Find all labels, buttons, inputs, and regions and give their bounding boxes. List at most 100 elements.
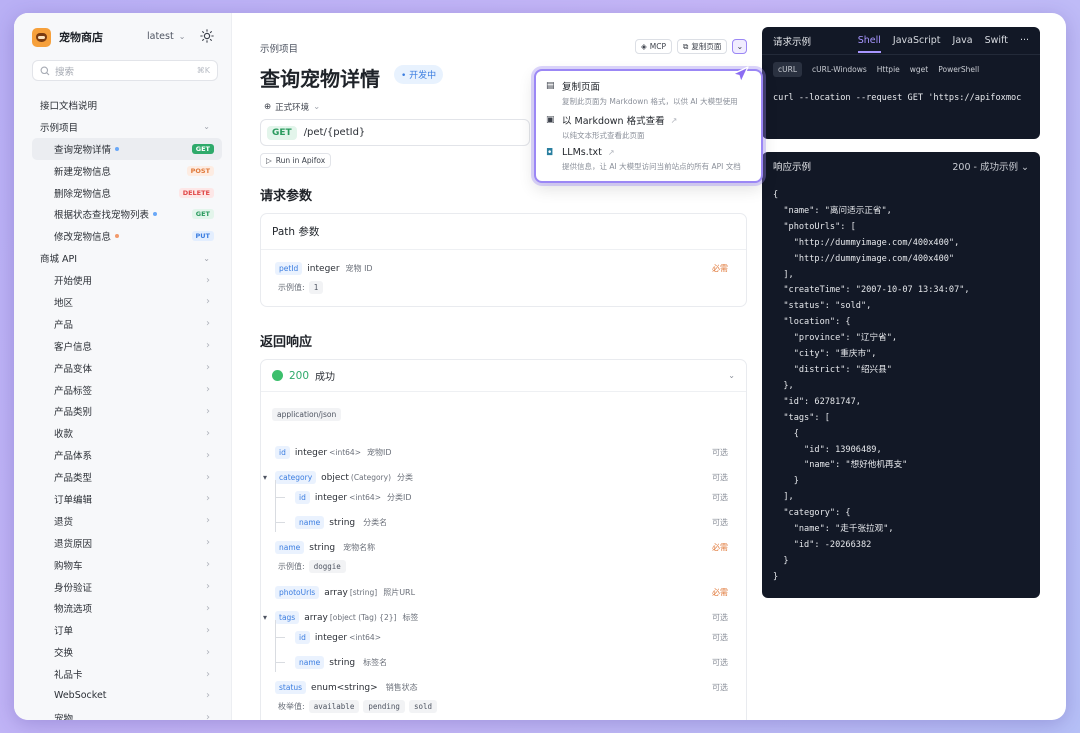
field-format: <int64>: [349, 633, 381, 642]
request-code[interactable]: curl --location --request GET 'https://a…: [762, 91, 1040, 107]
sidebar-item[interactable]: 商城 API ⌄: [32, 247, 222, 269]
sidebar-item[interactable]: 产品变体 ›: [32, 357, 222, 379]
sidebar-item[interactable]: 退货原因 ›: [32, 532, 222, 554]
language-tab[interactable]: Shell: [857, 35, 881, 53]
field-desc: 销售状态: [385, 683, 418, 692]
sidebar-item[interactable]: 物流选项 ›: [32, 597, 222, 619]
client-tab[interactable]: wget: [910, 65, 928, 74]
mcp-button[interactable]: ◈ MCP: [635, 39, 673, 54]
field-type: array: [304, 612, 328, 623]
sidebar-item[interactable]: 产品类别 ›: [32, 400, 222, 422]
sidebar-item[interactable]: 订单 ›: [32, 619, 222, 641]
sidebar-item-label: 退货原因: [54, 538, 93, 550]
sidebar-item[interactable]: 客户信息 ›: [32, 335, 222, 357]
language-tab[interactable]: Swift: [985, 35, 1008, 46]
field-row: photoUrls array [string] 照片URL 必需: [275, 586, 746, 599]
sidebar-item[interactable]: 产品体系 ›: [32, 444, 222, 466]
sidebar-item[interactable]: 购物车 ›: [32, 554, 222, 576]
sidebar-item[interactable]: 产品类型 ›: [32, 466, 222, 488]
menu-item[interactable]: ▤ 复制页面 复制此页面为 Markdown 格式，以供 AI 大模型使用: [546, 79, 751, 113]
search-input[interactable]: 搜索 ⌘K: [32, 60, 218, 81]
sidebar: 宠物商店 latest ⌄ 搜索 ⌘K 接口文档说明 示例项目 ⌄ 查询宠物详情 GET 新…: [14, 13, 232, 720]
sidebar-item[interactable]: 地区 ›: [32, 291, 222, 313]
response-example-header: 响应示例 200 - 成功示例 ⌄: [762, 152, 1040, 180]
path-params-card: Path 参数 petId integer 宠物 ID 必需 示例值: 1: [260, 213, 747, 307]
chevron-down-icon: ⌄: [313, 102, 321, 112]
language-tab[interactable]: Java: [953, 35, 973, 46]
sidebar-item[interactable]: 新建宠物信息 POST: [32, 160, 222, 182]
field-row: ▾ category object (Category) 分类 可选: [263, 471, 746, 484]
status-label: 开发中: [409, 71, 437, 81]
field-type: enum<string>: [311, 682, 378, 693]
chevron-right-icon: ›: [206, 384, 210, 396]
client-tab[interactable]: cURL: [773, 62, 803, 77]
sidebar-item-label: 接口文档说明: [40, 100, 98, 112]
copy-icon: ⧉: [683, 41, 689, 51]
sidebar-item[interactable]: 身份验证 ›: [32, 576, 222, 598]
example-selector-label: 200 - 成功示例: [952, 162, 1018, 173]
version-selector[interactable]: latest ⌄: [147, 31, 185, 42]
response-heading: 返回响应: [260, 335, 313, 350]
sidebar-item[interactable]: 产品 ›: [32, 313, 222, 335]
sidebar-item[interactable]: 示例项目 ⌄: [32, 116, 222, 138]
sidebar-item-label: 新建宠物信息: [54, 166, 112, 178]
sidebar-item-label: 退货: [54, 516, 74, 528]
sidebar-item[interactable]: 根据状态查找宠物列表 GET: [32, 203, 222, 225]
client-tabs: cURL cURL-Windows Httpie wget PowerShell: [762, 55, 1040, 84]
chevron-down-icon: ⌄: [203, 253, 210, 263]
client-tab[interactable]: PowerShell: [938, 65, 979, 74]
sidebar-item-label: 收款: [54, 429, 74, 441]
sidebar-item[interactable]: 礼品卡 ›: [32, 663, 222, 685]
sidebar-item[interactable]: 产品标签 ›: [32, 379, 222, 401]
menu-item[interactable]: ▣ 以 Markdown 格式查看 ↗ 以纯文本形式查看此页面: [546, 113, 751, 147]
sidebar-item-label: 购物车: [54, 560, 83, 572]
sun-icon[interactable]: [200, 29, 214, 43]
sidebar-item[interactable]: 宠物 ›: [32, 707, 222, 720]
status-dot-icon: [115, 234, 120, 239]
client-tab[interactable]: cURL-Windows: [812, 65, 867, 74]
sidebar-item[interactable]: 收款 ›: [32, 422, 222, 444]
sidebar-item-label: 开始使用: [54, 276, 93, 288]
copy-options-toggle[interactable]: ⌄: [732, 39, 748, 54]
sidebar-item[interactable]: 查询宠物详情 GET: [32, 137, 222, 160]
brand[interactable]: 宠物商店: [32, 27, 103, 47]
response-code[interactable]: { "name": "离问适示正省", "photoUrls": [ "http…: [762, 188, 1040, 586]
more-icon[interactable]: ···: [1020, 35, 1029, 46]
param-example: 示例值: 1: [278, 281, 746, 294]
copy-page-button[interactable]: ⧉ 复制页面: [677, 39, 728, 54]
sidebar-item-label: 礼品卡: [54, 670, 83, 682]
field-flag: 必需: [712, 543, 728, 552]
sidebar-item[interactable]: 订单编辑 ›: [32, 488, 222, 510]
status-dot-icon: [153, 212, 158, 217]
field-flag: 可选: [712, 658, 728, 667]
language-tab[interactable]: JavaScript: [893, 35, 941, 46]
field-flag: 可选: [712, 448, 728, 457]
chevron-down-icon: ⌄: [736, 42, 744, 51]
sidebar-item[interactable]: 开始使用 ›: [32, 269, 222, 291]
sidebar-item-label: 示例项目: [40, 122, 79, 134]
sidebar-item[interactable]: 交换 ›: [32, 641, 222, 663]
field-desc: 标签名: [363, 658, 388, 667]
content-type-chip: application/json: [272, 402, 342, 421]
client-tab[interactable]: Httpie: [877, 65, 900, 74]
run-in-apifox-button[interactable]: ▷ Run in Apifox: [260, 153, 332, 168]
example-label: 示例值:: [278, 562, 305, 571]
menu-item[interactable]: ◘ LLMs.txt ↗ 提供信息，让 AI 大模型访问当前站点的所有 API 文档: [546, 147, 751, 181]
endpoint-url[interactable]: GET /pet/{petId}: [260, 119, 530, 146]
menu-item-title: ▤ 复制页面: [546, 79, 751, 93]
example-selector[interactable]: 200 - 成功示例 ⌄: [952, 159, 1029, 173]
environment-selector[interactable]: ⊕ 正式环境 ⌄: [264, 101, 320, 113]
response-header[interactable]: 200 成功 ⌄: [261, 360, 746, 392]
sidebar-item[interactable]: 删除宠物信息 DELETE: [32, 182, 222, 204]
page-actions: ◈ MCP ⧉ 复制页面 ⌄: [635, 39, 748, 54]
caret-down-icon[interactable]: ▾: [263, 473, 267, 482]
sidebar-item[interactable]: 修改宠物信息 PUT: [32, 225, 222, 247]
breadcrumb[interactable]: 示例项目: [260, 41, 298, 55]
field-desc: 分类ID: [386, 493, 412, 502]
sidebar-item-label: 产品体系: [54, 451, 93, 463]
sidebar-item[interactable]: WebSocket ›: [32, 685, 222, 707]
status-badge: • 开发中: [394, 65, 444, 84]
sidebar-item[interactable]: 接口文档说明: [32, 94, 222, 116]
sidebar-item[interactable]: 退货 ›: [32, 510, 222, 532]
caret-down-icon[interactable]: ▾: [263, 613, 267, 622]
